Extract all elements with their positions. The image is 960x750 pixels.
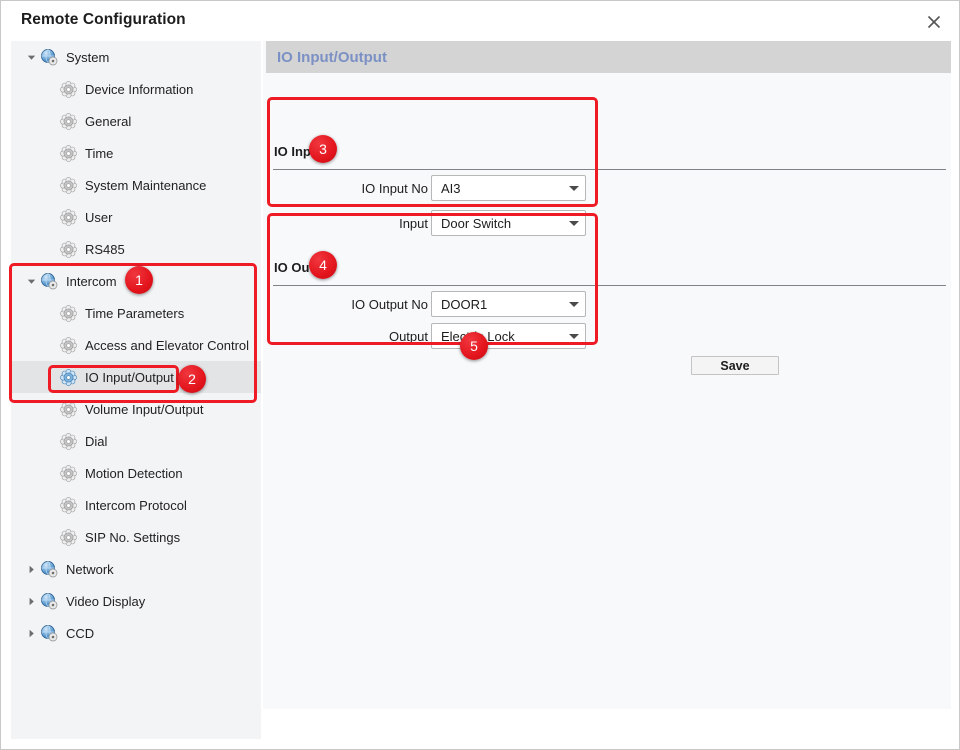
gear-icon — [58, 207, 78, 227]
gear-icon — [58, 335, 78, 355]
content-panel: IO Input/Output IO Input IO Input No AI3… — [263, 41, 951, 709]
sidebar-item-label: Device Information — [85, 81, 194, 97]
chevron-down-icon — [563, 176, 585, 200]
sidebar-item-label: Intercom Protocol — [85, 497, 187, 513]
sidebar-item-label: Intercom — [66, 273, 117, 289]
sidebar-item-label: Time Parameters — [85, 305, 185, 321]
io-output-no-select[interactable]: DOOR1 — [431, 291, 586, 317]
gear-icon — [58, 495, 78, 515]
io-input-no-select[interactable]: AI3 — [431, 175, 586, 201]
chevron-right-icon[interactable] — [23, 617, 39, 649]
sidebar-item-label: Volume Input/Output — [85, 401, 204, 417]
gear-icon — [58, 463, 78, 483]
output-value: Electric Lock — [441, 328, 515, 344]
chevron-down-icon[interactable] — [23, 265, 39, 297]
sidebar-item-label: Video Display — [66, 593, 146, 609]
sidebar-item-sip-no-settings[interactable]: SIP No. Settings — [11, 521, 261, 553]
badge-3: 3 — [309, 135, 337, 163]
gear-icon — [58, 111, 78, 131]
sidebar-item-volume-input-output[interactable]: Volume Input/Output — [11, 393, 261, 425]
sidebar-item-label: RS485 — [85, 241, 125, 257]
chevron-down-icon[interactable] — [23, 41, 39, 73]
sidebar-item-label: SIP No. Settings — [85, 529, 181, 545]
remote-configuration-window: Remote Configuration System Device Inform… — [0, 0, 960, 750]
sidebar-item-intercom-protocol[interactable]: Intercom Protocol — [11, 489, 261, 521]
sidebar-item-rs485[interactable]: RS485 — [11, 233, 261, 265]
sidebar-item-motion-detection[interactable]: Motion Detection — [11, 457, 261, 489]
sidebar-item-label: System Maintenance — [85, 177, 207, 193]
input-label: Input — [399, 216, 428, 231]
window-title: Remote Configuration — [21, 11, 186, 28]
sidebar-item-dial[interactable]: Dial — [11, 425, 261, 457]
globe-gear-icon — [39, 47, 59, 67]
sidebar-item-io-input-output[interactable]: IO Input/Output — [11, 361, 261, 393]
sidebar-item-general[interactable]: General — [11, 105, 261, 137]
chevron-down-icon — [563, 211, 585, 235]
output-select[interactable]: Electric Lock — [431, 323, 586, 349]
globe-gear-icon — [39, 623, 59, 643]
sidebar-item-label: IO Input/Output — [85, 369, 174, 385]
globe-gear-icon — [39, 559, 59, 579]
sidebar-item-label: User — [85, 209, 113, 225]
badge-5: 5 — [460, 332, 488, 360]
gear-icon — [58, 527, 78, 547]
io-input-no-label: IO Input No — [361, 181, 428, 196]
content-header: IO Input/Output — [266, 41, 951, 73]
sidebar-item-label: Motion Detection — [85, 465, 183, 481]
sidebar-item-label: Time — [85, 145, 114, 161]
gear-icon — [58, 143, 78, 163]
sidebar-item-ccd[interactable]: CCD — [11, 617, 261, 649]
chevron-down-icon — [563, 292, 585, 316]
output-label: Output — [388, 329, 428, 344]
badge-2: 2 — [178, 365, 206, 393]
io-output-no-label: IO Output No — [351, 297, 428, 312]
sidebar-item-time-parameters[interactable]: Time Parameters — [11, 297, 261, 329]
save-button[interactable]: Save — [691, 356, 779, 375]
badge-4: 4 — [309, 251, 337, 279]
chevron-right-icon[interactable] — [23, 585, 39, 617]
sidebar-item-video-display[interactable]: Video Display — [11, 585, 261, 617]
sidebar-item-time[interactable]: Time — [11, 137, 261, 169]
io-input-divider — [273, 169, 946, 170]
sidebar-item-label: System — [66, 49, 110, 65]
sidebar-item-system[interactable]: System — [11, 41, 261, 73]
sidebar-item-access-and-elevator-control[interactable]: Access and Elevator Control — [11, 329, 261, 361]
input-value: Door Switch — [441, 215, 512, 231]
sidebar-item-label: General — [85, 113, 132, 129]
sidebar-item-label: Dial — [85, 433, 108, 449]
gear-icon — [58, 79, 78, 99]
sidebar-item-label: Access and Elevator Control — [85, 337, 250, 353]
globe-gear-icon — [39, 271, 59, 291]
sidebar-item-device-information[interactable]: Device Information — [11, 73, 261, 105]
gear-icon — [58, 399, 78, 419]
badge-1: 1 — [125, 266, 153, 294]
chevron-right-icon[interactable] — [23, 553, 39, 585]
sidebar-item-network[interactable]: Network — [11, 553, 261, 585]
title-bar: Remote Configuration — [1, 1, 959, 41]
io-output-divider — [273, 285, 946, 286]
close-icon[interactable] — [921, 9, 947, 35]
sidebar-item-label: CCD — [66, 625, 95, 641]
page-title: IO Input/Output — [277, 48, 387, 66]
globe-gear-icon — [39, 591, 59, 611]
gear-icon-active — [58, 367, 78, 387]
gear-icon — [58, 303, 78, 323]
io-input-no-value: AI3 — [441, 180, 461, 196]
gear-icon — [58, 175, 78, 195]
io-output-no-value: DOOR1 — [441, 296, 488, 312]
sidebar-item-user[interactable]: User — [11, 201, 261, 233]
chevron-down-icon — [563, 324, 585, 348]
sidebar-item-system-maintenance[interactable]: System Maintenance — [11, 169, 261, 201]
gear-icon — [58, 239, 78, 259]
input-select[interactable]: Door Switch — [431, 210, 586, 236]
sidebar-item-label: Network — [66, 561, 114, 577]
navigation-tree[interactable]: System Device Information General Time Syste… — [11, 41, 261, 739]
gear-icon — [58, 431, 78, 451]
